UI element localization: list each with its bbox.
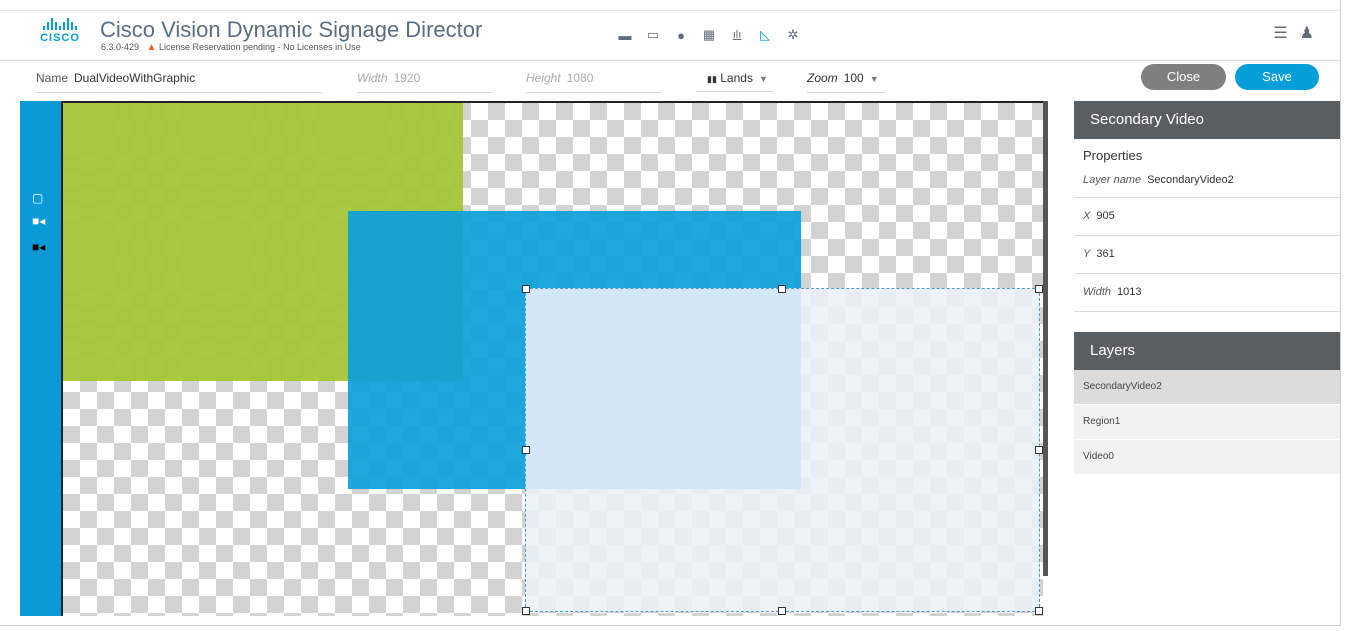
design-triangle-icon[interactable]: ◺ bbox=[751, 25, 779, 45]
height-label: Height bbox=[526, 71, 561, 85]
calendar-icon[interactable]: ▦ bbox=[695, 25, 723, 45]
layer-item[interactable]: Region1 bbox=[1074, 405, 1340, 440]
resize-handle[interactable] bbox=[522, 446, 530, 454]
zoom-value: 100 bbox=[843, 71, 864, 85]
warning-icon: ▲ bbox=[146, 42, 157, 53]
logo-text: CISCO bbox=[40, 32, 80, 44]
width-prop-label: Width bbox=[1083, 286, 1112, 298]
add-video-icon[interactable]: ■◂ bbox=[32, 214, 48, 228]
name-value: DualVideoWithGraphic bbox=[74, 71, 196, 85]
layer-name-field[interactable]: Layer name SecondaryVideo2 bbox=[1074, 169, 1340, 198]
gear-icon[interactable]: ✲ bbox=[779, 25, 807, 45]
bar-chart-icon[interactable]: ılı bbox=[723, 25, 751, 45]
x-label: X bbox=[1083, 210, 1091, 222]
landscape-icon: ▮▮ bbox=[707, 74, 717, 84]
editor-toolbar: Name DualVideoWithGraphic Width 1920 Heigh… bbox=[0, 60, 1340, 100]
name-field[interactable]: Name DualVideoWithGraphic bbox=[36, 68, 322, 93]
secondaryvideo2-layer[interactable] bbox=[522, 285, 1043, 615]
height-value: 1080 bbox=[566, 71, 594, 85]
layers-title: Layers bbox=[1074, 332, 1340, 370]
resize-handle[interactable] bbox=[522, 607, 530, 615]
layer-item[interactable]: Video0 bbox=[1074, 440, 1340, 475]
properties-heading: Properties bbox=[1083, 148, 1143, 163]
orientation-value: Lands bbox=[720, 71, 753, 85]
app-subtitle: 6.3.0-429 ▲ License Reservation pending … bbox=[101, 42, 361, 53]
y-field[interactable]: Y 361 bbox=[1074, 236, 1340, 274]
y-label: Y bbox=[1083, 248, 1091, 260]
save-button[interactable]: Save bbox=[1235, 64, 1319, 90]
layer-name-label: Layer name bbox=[1083, 174, 1142, 186]
resize-handle[interactable] bbox=[778, 607, 786, 615]
x-field[interactable]: X 905 bbox=[1074, 198, 1340, 236]
app-title: Cisco Vision Dynamic Signage Director bbox=[100, 17, 483, 42]
folder-icon[interactable]: ▬ bbox=[611, 25, 639, 45]
properties-panel: Secondary Video Properties Layer name Sec… bbox=[1074, 101, 1340, 475]
version-label: 6.3.0-429 bbox=[101, 42, 140, 52]
resize-handle[interactable] bbox=[522, 285, 530, 293]
close-button[interactable]: Close bbox=[1141, 64, 1226, 90]
license-warning: License Reservation pending - No License… bbox=[158, 42, 361, 52]
name-label: Name bbox=[36, 71, 69, 85]
resize-handle[interactable] bbox=[778, 285, 786, 293]
cisco-logo: CISCO bbox=[36, 18, 84, 48]
layer-tools-strip: ▢ ■◂ ■◂ bbox=[20, 101, 61, 616]
resize-handle[interactable] bbox=[1035, 446, 1043, 454]
canvas-scrollbar[interactable] bbox=[1043, 101, 1048, 576]
add-secondary-video-icon[interactable]: ■◂ bbox=[32, 240, 48, 254]
design-canvas[interactable] bbox=[63, 103, 1043, 616]
zoom-label: Zoom bbox=[807, 71, 838, 85]
layer-name-value: SecondaryVideo2 bbox=[1147, 174, 1234, 186]
width-value: 1920 bbox=[393, 71, 421, 85]
monitor-icon[interactable]: ▭ bbox=[639, 25, 667, 45]
panel-title: Secondary Video bbox=[1074, 101, 1340, 139]
layer-item[interactable]: SecondaryVideo2 bbox=[1074, 370, 1340, 405]
orientation-select[interactable]: ▮▮ Lands ▼ bbox=[696, 68, 773, 92]
width-label: Width bbox=[357, 71, 388, 85]
zoom-select[interactable]: Zoom 100 ▼ bbox=[807, 68, 886, 93]
resize-handle[interactable] bbox=[1035, 607, 1043, 615]
width-prop-value: 1013 bbox=[1117, 286, 1142, 298]
y-value: 361 bbox=[1096, 248, 1115, 260]
width-field[interactable]: Width 1920 bbox=[357, 68, 492, 93]
add-region-icon[interactable]: ▢ bbox=[32, 191, 48, 205]
user-icon[interactable]: ♟ bbox=[1300, 23, 1314, 43]
play-icon[interactable]: ● bbox=[667, 25, 695, 45]
app-header: CISCO Cisco Vision Dynamic Signage Direc… bbox=[0, 10, 1340, 61]
resize-handle[interactable] bbox=[1035, 285, 1043, 293]
menu-icon[interactable]: ☰ bbox=[1273, 23, 1287, 43]
height-field[interactable]: Height 1080 bbox=[526, 68, 661, 93]
chevron-down-icon: ▼ bbox=[869, 74, 879, 84]
width-prop-field[interactable]: Width 1013 bbox=[1074, 274, 1340, 312]
main-nav: ▬ ▭ ● ▦ ılı ◺ ✲ bbox=[611, 25, 807, 45]
chevron-down-icon: ▼ bbox=[758, 74, 768, 84]
header-actions: ☰ ♟ bbox=[1273, 23, 1314, 43]
x-value: 905 bbox=[1096, 210, 1115, 222]
